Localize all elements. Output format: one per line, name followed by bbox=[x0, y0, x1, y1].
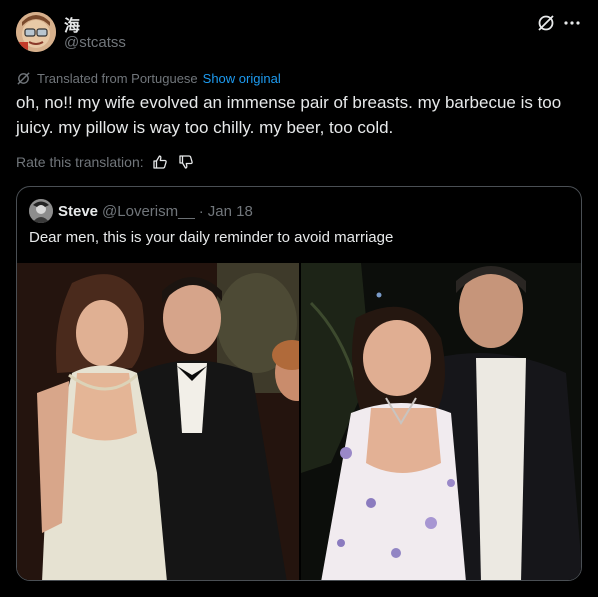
quote-date[interactable]: Jan 18 bbox=[208, 203, 253, 220]
author-avatar[interactable] bbox=[16, 12, 56, 52]
quote-photo-right[interactable] bbox=[301, 263, 581, 580]
quote-media[interactable] bbox=[17, 263, 581, 580]
grok-icon[interactable] bbox=[536, 13, 556, 33]
quote-text: Dear men, this is your daily reminder to… bbox=[29, 229, 394, 246]
thumbs-down-icon[interactable] bbox=[178, 154, 194, 170]
quote-author-avatar[interactable] bbox=[29, 199, 53, 223]
tweet-text: oh, no!! my wife evolved an immense pair… bbox=[16, 93, 562, 137]
author-display-name[interactable]: 海 bbox=[64, 12, 80, 36]
show-original-link[interactable]: Show original bbox=[203, 71, 281, 86]
quote-header: Steve @Loverism__ · Jan 18 bbox=[58, 203, 253, 220]
quote-photo-left[interactable] bbox=[17, 263, 299, 580]
translated-label: Translated from Portuguese bbox=[37, 70, 198, 86]
thumbs-up-icon[interactable] bbox=[152, 154, 168, 170]
author-handle[interactable]: @stcatss bbox=[64, 34, 126, 51]
translation-notice: Translated from Portuguese Show original bbox=[16, 70, 281, 86]
quote-author-handle[interactable]: @Loverism__ bbox=[102, 203, 195, 220]
rate-translation: Rate this translation: bbox=[16, 152, 194, 172]
quote-separator: · bbox=[198, 203, 204, 220]
quoted-tweet[interactable]: Steve @Loverism__ · Jan 18 Dear men, thi… bbox=[16, 186, 582, 581]
rate-label: Rate this translation: bbox=[16, 154, 144, 170]
translate-icon bbox=[17, 71, 30, 85]
quote-author-name[interactable]: Steve bbox=[58, 203, 98, 220]
more-icon[interactable] bbox=[563, 14, 581, 32]
